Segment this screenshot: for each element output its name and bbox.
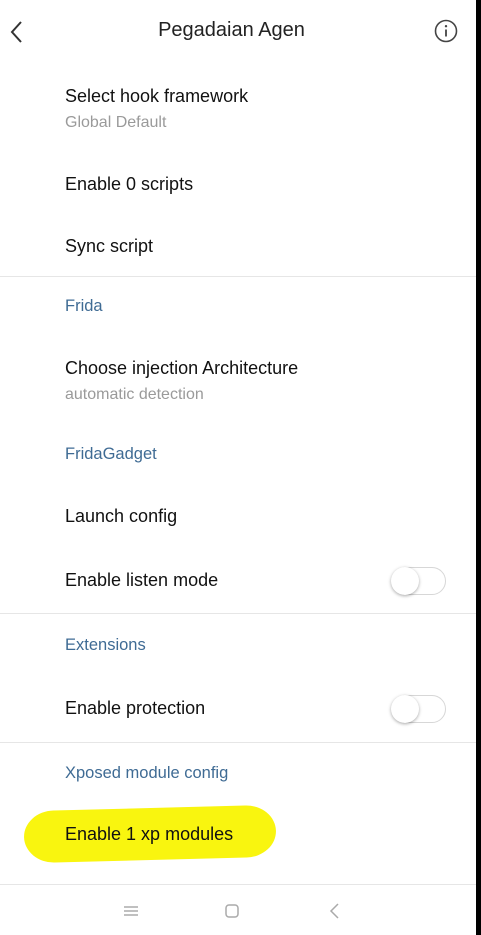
section-header-extensions: Extensions bbox=[65, 636, 146, 654]
item-title: Enable listen mode bbox=[65, 570, 219, 590]
listen-mode-item[interactable]: Enable listen mode bbox=[65, 569, 441, 591]
divider bbox=[0, 613, 476, 614]
item-title: Enable 1 xp modules bbox=[65, 824, 234, 844]
toggle-knob bbox=[391, 567, 419, 595]
toggle-knob bbox=[391, 695, 419, 723]
item-title: Launch config bbox=[65, 506, 178, 526]
screen-edge bbox=[476, 0, 481, 935]
item-title: Enable 0 scripts bbox=[65, 174, 194, 194]
xp-modules-item[interactable]: Enable 1 xp modules bbox=[65, 823, 441, 845]
item-subtitle: automatic detection bbox=[65, 386, 204, 403]
page-title: Pegadaian Agen bbox=[158, 19, 305, 41]
launch-config-item[interactable]: Launch config bbox=[65, 505, 441, 527]
divider bbox=[0, 276, 476, 277]
item-title: Choose injection Architecture bbox=[65, 358, 299, 378]
nav-back-icon[interactable] bbox=[325, 901, 345, 921]
item-title: Sync script bbox=[65, 236, 154, 256]
item-title: Enable protection bbox=[65, 698, 206, 718]
section-header-frida: Frida bbox=[65, 297, 103, 315]
choose-architecture-item[interactable]: Choose injection Architecture automatic … bbox=[65, 357, 441, 405]
info-icon[interactable] bbox=[434, 19, 458, 43]
sync-script-item[interactable]: Sync script bbox=[65, 235, 441, 257]
item-title: Select hook framework bbox=[65, 86, 249, 106]
section-header-fridagadget: FridaGadget bbox=[65, 445, 157, 463]
divider bbox=[0, 742, 476, 743]
item-subtitle: Global Default bbox=[65, 114, 167, 131]
navigation-bar bbox=[0, 885, 476, 935]
app-bar: Pegadaian Agen bbox=[0, 0, 476, 62]
menu-icon[interactable] bbox=[121, 901, 141, 921]
enable-scripts-item[interactable]: Enable 0 scripts bbox=[65, 173, 441, 195]
listen-mode-toggle[interactable] bbox=[391, 567, 446, 595]
protection-item[interactable]: Enable protection bbox=[65, 697, 441, 719]
protection-toggle[interactable] bbox=[391, 695, 446, 723]
home-square-icon[interactable] bbox=[222, 901, 242, 921]
section-header-xposed: Xposed module config bbox=[65, 764, 229, 782]
select-hook-framework-item[interactable]: Select hook framework Global Default bbox=[65, 85, 441, 133]
